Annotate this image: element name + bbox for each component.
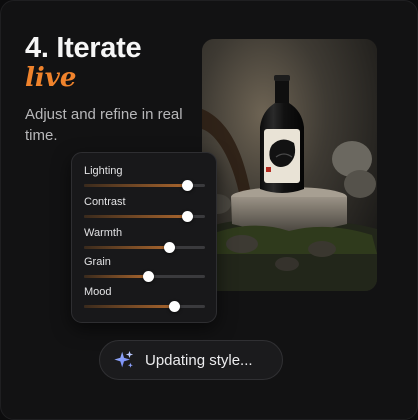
slider-label: Grain (84, 256, 111, 268)
step-accent-word: live (25, 63, 77, 93)
status-text: Updating style... (145, 351, 253, 369)
slider-mood: Mood (84, 286, 205, 312)
slider-label: Warmth (84, 227, 123, 239)
slider-grain: Grain (84, 256, 205, 282)
slider-track[interactable] (84, 180, 205, 191)
slider-thumb[interactable] (181, 211, 193, 222)
slider-lighting: Lighting (84, 165, 205, 191)
slider-track[interactable] (84, 242, 205, 253)
slider-fill (84, 305, 174, 308)
slider-label: Mood (84, 286, 112, 298)
status-pill: Updating style... (99, 340, 283, 380)
slider-label: Lighting (84, 165, 123, 177)
slider-contrast: Contrast (84, 196, 205, 222)
slider-track[interactable] (84, 211, 205, 222)
step-title: 4. Iterate (25, 32, 142, 64)
slider-thumb[interactable] (181, 180, 193, 191)
slider-fill (84, 246, 169, 249)
slider-track[interactable] (84, 271, 205, 282)
preview-image (202, 39, 377, 291)
slider-label: Contrast (84, 196, 126, 208)
slider-fill (84, 275, 149, 278)
adjustments-panel: Lighting Contrast Warmth Grain Mood (71, 152, 217, 323)
step-description: Adjust and refine in real time. (25, 106, 183, 144)
slider-fill (84, 215, 187, 218)
slider-thumb[interactable] (143, 271, 155, 282)
iterate-step-card: 4. Iterate live Adjust and refine in rea… (0, 0, 418, 420)
sparkles-icon (114, 350, 134, 368)
slider-thumb[interactable] (168, 301, 180, 312)
slider-warmth: Warmth (84, 227, 205, 253)
slider-fill (84, 184, 187, 187)
slider-track[interactable] (84, 301, 205, 312)
slider-thumb[interactable] (163, 242, 175, 253)
